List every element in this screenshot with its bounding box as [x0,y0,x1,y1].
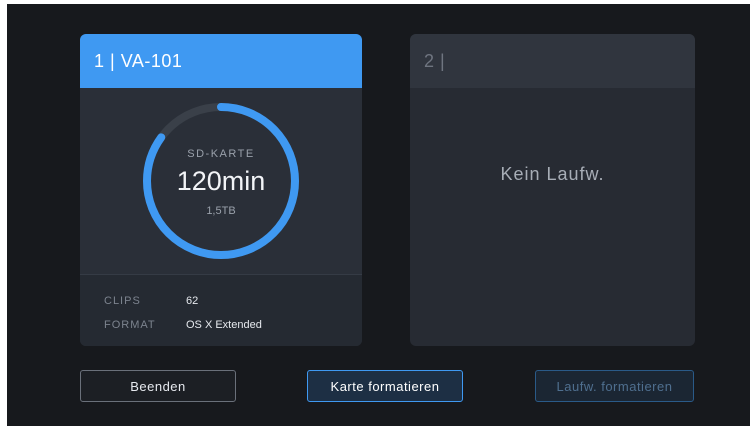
screen-background: 1 | VA-101 SD-KARTE 120min 1,5TB CLIPS 6… [7,4,750,426]
info-key-format: FORMAT [104,319,156,331]
info-value-clips: 62 [186,295,199,307]
info-key-clips: CLIPS [104,295,141,307]
slot-1-info-panel: CLIPS 62 FORMAT OS X Extended [80,274,362,346]
info-row-clips: CLIPS 62 [104,295,198,307]
format-drive-button[interactable]: Laufw. formatieren [535,370,694,402]
no-drive-status: Kein Laufw. [500,164,605,184]
ring-center-text: SD-KARTE 120min 1,5TB [140,100,302,262]
slot-1-header: 1 | VA-101 [80,34,362,88]
info-value-format: OS X Extended [186,319,262,331]
quit-button[interactable]: Beenden [80,370,236,402]
format-card-button[interactable]: Karte formatieren [307,370,463,402]
media-slot-2-card[interactable]: 2 | Kein Laufw. [410,34,695,346]
media-type-label: SD-KARTE [187,147,255,160]
remaining-duration: 120min [176,165,266,196]
info-row-format: FORMAT OS X Extended [104,319,262,331]
media-capacity: 1,5TB [206,204,236,217]
storage-progress-ring: SD-KARTE 120min 1,5TB [140,100,302,262]
media-slot-1-card[interactable]: 1 | VA-101 SD-KARTE 120min 1,5TB CLIPS 6… [80,34,362,346]
slot-2-header: 2 | [410,34,695,88]
